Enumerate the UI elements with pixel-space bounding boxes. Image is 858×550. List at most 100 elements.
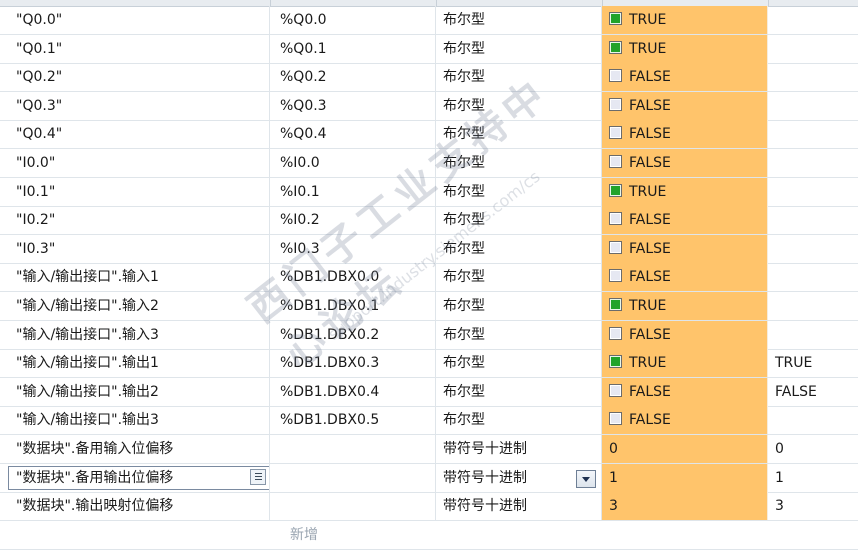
cell-address[interactable] [272, 463, 436, 492]
name-edit-field[interactable]: "数据块".备用输出位偏移 [8, 465, 269, 490]
cell-modify-value[interactable] [768, 120, 858, 148]
display-format-dropdown-button[interactable] [576, 469, 596, 488]
cell-display-format[interactable]: 布尔型 [437, 149, 602, 177]
cell-display-format[interactable]: 带符号十进制 [437, 435, 602, 463]
cell-modify-value[interactable] [768, 406, 858, 434]
cell-address[interactable]: %I0.1 [272, 177, 436, 206]
cell-modify-value[interactable] [768, 149, 858, 177]
cell-address[interactable]: %Q0.3 [272, 91, 436, 120]
cell-monitor-value[interactable]: TRUE [602, 6, 768, 34]
cell-modify-value[interactable] [768, 63, 858, 91]
table-row[interactable]: "Q0.1" %Q0.1 布尔型 TRUE [0, 34, 858, 64]
cell-name[interactable]: "I0.3" [0, 234, 270, 263]
table-row[interactable]: "输入/输出接口".输入2 %DB1.DBX0.1 布尔型 TRUE [0, 292, 858, 321]
table-row[interactable]: "I0.3" %I0.3 布尔型 FALSE [0, 234, 858, 264]
cell-display-format[interactable]: 布尔型 [437, 320, 602, 349]
cell-display-format[interactable]: 布尔型 [437, 349, 602, 378]
table-row[interactable]: "数据块".输出映射位偏移 带符号十进制 3 3 [0, 492, 858, 522]
cell-address[interactable]: %I0.0 [272, 149, 436, 177]
cell-modify-value[interactable] [768, 235, 858, 263]
cell-monitor-value[interactable]: FALSE [602, 234, 768, 263]
cell-name[interactable]: "输入/输出接口".输出1 [0, 349, 270, 378]
cell-display-format[interactable]: 布尔型 [437, 63, 602, 92]
cell-name[interactable]: "输入/输出接口".输出2 [0, 377, 270, 406]
cell-address[interactable]: %Q0.2 [272, 63, 436, 92]
cell-modify-value[interactable] [768, 206, 858, 234]
cell-monitor-value[interactable]: FALSE [602, 91, 768, 120]
cell-address[interactable]: %Q0.4 [272, 120, 436, 149]
cell-modify-value[interactable] [768, 263, 858, 291]
cell-display-format[interactable]: 布尔型 [437, 6, 602, 34]
table-row[interactable]: "数据块".备用输出位偏移 带符号十进制 1 1 [0, 463, 858, 493]
table-row[interactable]: "Q0.4" %Q0.4 布尔型 FALSE [0, 120, 858, 150]
cell-name[interactable]: "Q0.3" [0, 91, 270, 120]
cell-monitor-value[interactable]: TRUE [602, 292, 768, 320]
cell-monitor-value[interactable]: FALSE [602, 377, 768, 406]
cell-monitor-value[interactable]: 3 [602, 492, 768, 521]
cell-modify-value[interactable] [768, 292, 858, 320]
cell-monitor-value[interactable]: 1 [602, 463, 768, 492]
cell-name[interactable]: "Q0.2" [0, 63, 270, 92]
cell-modify-value[interactable]: TRUE [768, 349, 858, 377]
add-new-label[interactable]: 新增 [0, 521, 360, 549]
cell-display-format[interactable]: 布尔型 [437, 206, 602, 235]
table-row[interactable]: "Q0.3" %Q0.3 布尔型 FALSE [0, 91, 858, 121]
cell-name[interactable]: "I0.2" [0, 206, 270, 235]
cell-monitor-value[interactable]: FALSE [602, 406, 768, 435]
cell-address[interactable]: %DB1.DBX0.5 [272, 406, 436, 435]
cell-monitor-value[interactable]: 0 [602, 435, 768, 463]
add-new-row[interactable]: 新增 [0, 521, 858, 550]
cell-modify-value[interactable]: FALSE [768, 378, 858, 406]
cell-name[interactable]: "数据块".备用输出位偏移 [0, 463, 270, 492]
cell-monitor-value[interactable]: FALSE [602, 263, 768, 292]
cell-monitor-value[interactable]: FALSE [602, 63, 768, 92]
table-row[interactable]: "输入/输出接口".输入3 %DB1.DBX0.2 布尔型 FALSE [0, 320, 858, 350]
cell-name[interactable]: "数据块".备用输入位偏移 [0, 435, 270, 463]
cell-address[interactable]: %DB1.DBX0.4 [272, 377, 436, 406]
cell-display-format[interactable]: 布尔型 [437, 263, 602, 292]
cell-name[interactable]: "数据块".输出映射位偏移 [0, 492, 270, 521]
cell-monitor-value[interactable]: TRUE [602, 34, 768, 63]
cell-address[interactable]: %DB1.DBX0.1 [272, 292, 436, 320]
cell-name[interactable]: "Q0.1" [0, 34, 270, 63]
cell-modify-value[interactable] [768, 35, 858, 63]
cell-address[interactable] [272, 435, 436, 463]
cell-modify-value[interactable] [768, 178, 858, 206]
cell-display-format[interactable]: 布尔型 [437, 177, 602, 206]
cell-display-format[interactable]: 布尔型 [437, 34, 602, 63]
cell-modify-value[interactable] [768, 92, 858, 120]
cell-name[interactable]: "输入/输出接口".输出3 [0, 406, 270, 435]
cell-modify-value[interactable]: 3 [768, 492, 858, 520]
cell-modify-value[interactable]: 0 [768, 435, 858, 463]
cell-monitor-value[interactable]: FALSE [602, 120, 768, 149]
tag-list-icon[interactable] [250, 468, 266, 485]
cell-monitor-value[interactable]: TRUE [602, 177, 768, 206]
cell-monitor-value[interactable]: TRUE [602, 349, 768, 378]
cell-modify-value[interactable]: 1 [768, 464, 858, 492]
cell-address[interactable]: %DB1.DBX0.2 [272, 320, 436, 349]
cell-modify-value[interactable] [768, 6, 858, 34]
cell-name[interactable]: "Q0.0" [0, 6, 270, 34]
table-row[interactable]: "输入/输出接口".输出1 %DB1.DBX0.3 布尔型 TRUE TRUE [0, 349, 858, 379]
cell-display-format[interactable]: 布尔型 [437, 406, 602, 435]
cell-address[interactable] [272, 492, 436, 521]
cell-address[interactable]: %DB1.DBX0.0 [272, 263, 436, 292]
cell-display-format[interactable]: 带符号十进制 [437, 492, 602, 521]
table-row[interactable]: "输入/输出接口".输入1 %DB1.DBX0.0 布尔型 FALSE [0, 263, 858, 293]
cell-monitor-value[interactable]: FALSE [602, 320, 768, 349]
table-row[interactable]: "I0.0" %I0.0 布尔型 FALSE [0, 149, 858, 178]
cell-name[interactable]: "输入/输出接口".输入3 [0, 320, 270, 349]
cell-address[interactable]: %Q0.0 [272, 6, 436, 34]
table-row[interactable]: "I0.1" %I0.1 布尔型 TRUE [0, 177, 858, 207]
cell-display-format[interactable]: 布尔型 [437, 234, 602, 263]
cell-monitor-value[interactable]: FALSE [602, 206, 768, 235]
cell-address[interactable]: %I0.2 [272, 206, 436, 235]
table-row[interactable]: "I0.2" %I0.2 布尔型 FALSE [0, 206, 858, 236]
table-row[interactable]: "Q0.2" %Q0.2 布尔型 FALSE [0, 63, 858, 93]
cell-monitor-value[interactable]: FALSE [602, 149, 768, 177]
cell-name[interactable]: "输入/输出接口".输入2 [0, 292, 270, 320]
cell-display-format[interactable]: 布尔型 [437, 120, 602, 149]
cell-display-format[interactable]: 布尔型 [437, 292, 602, 320]
table-row[interactable]: "输入/输出接口".输出3 %DB1.DBX0.5 布尔型 FALSE [0, 406, 858, 436]
cell-modify-value[interactable] [768, 321, 858, 349]
